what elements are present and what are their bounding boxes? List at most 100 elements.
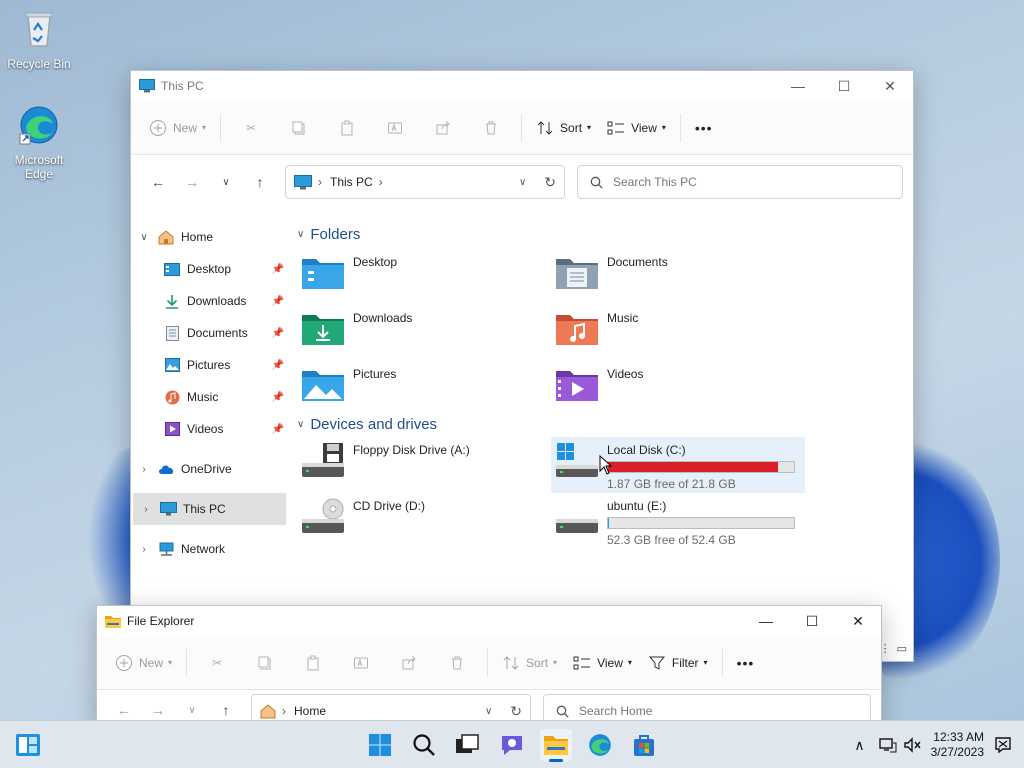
sidebar-item-network[interactable]: › Network [131, 533, 288, 565]
widgets-button[interactable] [12, 729, 44, 761]
folder-tile-music[interactable]: Music [551, 303, 805, 359]
more-options-button[interactable]: ••• [729, 647, 763, 679]
refresh-icon[interactable]: ↻ [510, 703, 522, 720]
folder-tile-desktop[interactable]: Desktop [297, 247, 551, 303]
cut-button[interactable]: ✂ [193, 656, 241, 670]
copy-button[interactable] [275, 120, 323, 136]
desktop-icon-recycle-bin[interactable]: Recycle Bin [2, 8, 76, 71]
chat-button[interactable] [496, 729, 528, 761]
close-button[interactable]: ✕ [867, 71, 913, 101]
store-taskbar-button[interactable] [628, 729, 660, 761]
expand-chevron-icon[interactable]: › [131, 464, 157, 475]
music-icon [163, 389, 181, 405]
section-header-folders[interactable]: ∨ Folders [293, 221, 903, 247]
notifications-icon[interactable] [994, 736, 1012, 754]
cut-button[interactable]: ✂ [227, 121, 275, 135]
breadcrumb-this-pc[interactable]: This PC [330, 175, 373, 189]
sidebar-item-this-pc[interactable]: › This PC [133, 493, 286, 525]
copy-button[interactable] [241, 655, 289, 671]
address-dropdown-icon[interactable]: ∨ [485, 706, 492, 717]
folder-tile-videos[interactable]: Videos [551, 359, 805, 415]
rename-button[interactable] [337, 655, 385, 671]
this-pc-window[interactable]: This PC — ☐ ✕ New ▾ ✂ Sort ▾ View ▾ ••• … [130, 70, 914, 662]
view-button[interactable]: View ▾ [599, 112, 674, 144]
share-button[interactable] [385, 655, 433, 671]
search-box[interactable]: Search This PC [577, 165, 903, 199]
chevron-down-icon: ▾ [661, 123, 666, 132]
tiles-view-icon[interactable]: ▭ [897, 642, 907, 655]
title-bar[interactable]: File Explorer — ☐ ✕ [97, 606, 881, 636]
new-button[interactable]: New ▾ [107, 647, 180, 679]
volume-muted-icon[interactable] [903, 737, 921, 753]
title-bar[interactable]: This PC — ☐ ✕ [131, 71, 913, 101]
sidebar-item-pictures[interactable]: Pictures 📌 [131, 349, 288, 381]
expand-chevron-icon[interactable]: › [133, 504, 159, 515]
show-hidden-icons-chevron-icon[interactable]: ∧ [854, 737, 864, 754]
arrow-left-icon: ← [117, 702, 131, 718]
share-button[interactable] [419, 120, 467, 136]
sidebar-item-documents[interactable]: Documents 📌 [131, 317, 288, 349]
collapse-chevron-icon[interactable]: ∨ [131, 232, 157, 243]
delete-button[interactable] [433, 655, 481, 671]
network-status-icon[interactable] [878, 737, 897, 753]
pin-icon: 📌 [271, 295, 284, 307]
breadcrumb-home[interactable]: Home [294, 704, 485, 718]
clock[interactable]: 12:33 AM 3/27/2023 [931, 730, 984, 760]
paste-button[interactable] [323, 120, 371, 136]
address-bar[interactable]: › This PC › ∨ ↻ [285, 165, 565, 199]
drive-tile-floppy[interactable]: Floppy Disk Drive (A:) [297, 437, 551, 493]
drive-tile-local-disk-c[interactable]: Local Disk (C:) 1.87 GB free of 21.8 GB [551, 437, 805, 493]
sort-button[interactable]: Sort ▾ [528, 112, 599, 144]
search-input[interactable]: Search This PC [613, 175, 697, 189]
edge-taskbar-button[interactable] [584, 729, 616, 761]
minimize-button[interactable]: — [775, 71, 821, 101]
start-button[interactable] [364, 729, 396, 761]
sidebar-item-onedrive[interactable]: › OneDrive [131, 453, 288, 485]
drive-tile-ubuntu-e[interactable]: ubuntu (E:) 52.3 GB free of 52.4 GB [551, 493, 805, 549]
maximize-button[interactable]: ☐ [789, 606, 835, 636]
folder-label: Desktop [353, 255, 398, 269]
refresh-icon[interactable]: ↻ [544, 174, 556, 191]
drive-tile-cd-d[interactable]: CD Drive (D:) [297, 493, 551, 549]
more-options-button[interactable]: ••• [687, 112, 721, 144]
file-explorer-taskbar-button[interactable] [540, 729, 572, 762]
folder-tile-documents[interactable]: Documents [551, 247, 805, 303]
file-explorer-window[interactable]: File Explorer — ☐ ✕ New ▾ ✂ Sort ▾ View … [96, 605, 882, 725]
recent-locations-button[interactable]: ∨ [209, 166, 243, 198]
video-icon [163, 421, 181, 437]
sort-icon [536, 119, 554, 137]
filter-button[interactable]: Filter ▾ [640, 647, 716, 679]
sidebar-item-videos[interactable]: Videos 📌 [131, 413, 288, 445]
desktop-icon-edge[interactable]: Microsoft Edge [2, 104, 76, 181]
folder-tile-downloads[interactable]: Downloads [297, 303, 551, 359]
copy-icon [292, 121, 305, 134]
sort-button[interactable]: Sort ▾ [494, 647, 565, 679]
up-button[interactable]: ↑ [243, 166, 277, 198]
back-button[interactable]: ← [141, 166, 175, 198]
maximize-button[interactable]: ☐ [821, 71, 867, 101]
search-input[interactable]: Search Home [579, 704, 652, 718]
minimize-button[interactable]: — [743, 606, 789, 636]
cd-drive-icon [302, 498, 344, 533]
delete-button[interactable] [467, 120, 515, 136]
search-taskbar-button[interactable] [408, 729, 440, 761]
new-button[interactable]: New ▾ [141, 112, 214, 144]
sidebar-item-downloads[interactable]: Downloads 📌 [131, 285, 288, 317]
collapse-chevron-icon: ∨ [297, 228, 305, 240]
folder-tile-pictures[interactable]: Pictures [297, 359, 551, 415]
close-button[interactable]: ✕ [835, 606, 881, 636]
filter-icon [648, 654, 666, 672]
sidebar-item-home[interactable]: ∨ Home [131, 221, 288, 253]
task-view-button[interactable] [451, 729, 483, 761]
sort-label: Sort [526, 655, 549, 670]
paste-button[interactable] [289, 655, 337, 671]
breadcrumb-chevron-icon: › [282, 704, 286, 718]
sidebar-item-desktop[interactable]: Desktop 📌 [131, 253, 288, 285]
address-dropdown-icon[interactable]: ∨ [519, 177, 526, 188]
rename-button[interactable] [371, 120, 419, 136]
sidebar-item-music[interactable]: Music 📌 [131, 381, 288, 413]
trash-icon [486, 121, 497, 134]
forward-button[interactable]: → [175, 166, 209, 198]
view-button[interactable]: View ▾ [565, 647, 640, 679]
expand-chevron-icon[interactable]: › [131, 544, 157, 555]
